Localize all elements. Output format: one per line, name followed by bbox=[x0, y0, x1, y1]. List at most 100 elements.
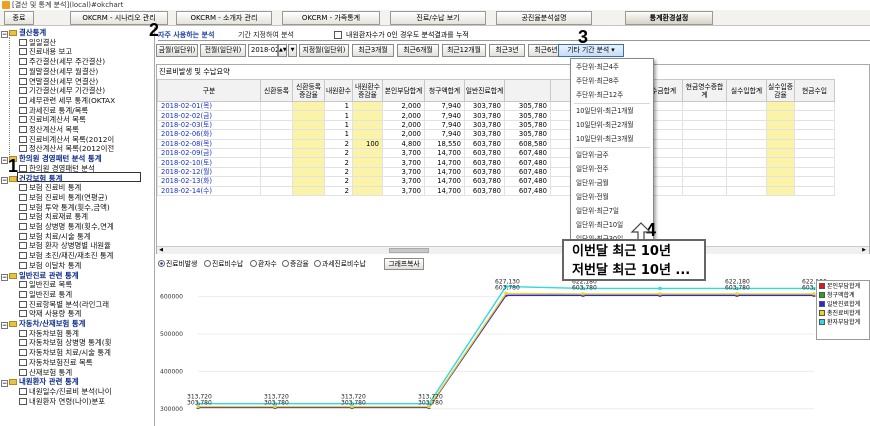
tree-item[interactable]: 산재보험 통계 bbox=[19, 368, 72, 377]
menu-family-stats-button[interactable]: OKCRM - 가족통계 bbox=[282, 11, 380, 25]
tree-item[interactable]: 일반진료 목록 bbox=[19, 280, 72, 289]
table-row[interactable]: 2018-02-10(토) 2 3,700 14,700 603,780 607,480 bbox=[157, 157, 835, 168]
table-row[interactable]: 2018-02-13(화) 2 3,700 14,700 603,780 607,480 bbox=[157, 176, 835, 187]
table-row[interactable]: 2018-02-01(목) 1 2,000 7,940 303,780 305,780 bbox=[157, 100, 835, 112]
tree-item[interactable]: 기간결산(세무 기간결산) bbox=[19, 86, 105, 95]
grid-column-header[interactable]: 본인부담합계 bbox=[382, 79, 425, 102]
tree-item[interactable]: 정산계산서 목록 bbox=[19, 125, 79, 134]
tree-item[interactable]: 내원환자 연령(나이)분포 bbox=[19, 397, 105, 406]
table-row[interactable]: 2018-02-08(목) 2 100 4,800 18,550 603,780 608,5… bbox=[157, 138, 835, 149]
recent-3-months-button[interactable]: 최근3개월 bbox=[352, 44, 394, 57]
collapse-icon[interactable]: − bbox=[1, 273, 8, 281]
dropdown-menu-item[interactable]: 일단위-금주 bbox=[576, 150, 609, 160]
grid-column-header[interactable]: 청구액합계 bbox=[424, 79, 465, 102]
dropdown-menu-item[interactable]: 주단위-최근8주 bbox=[576, 76, 619, 86]
this-month-button[interactable]: 금월(일단위) bbox=[156, 44, 198, 57]
tree-category[interactable]: − 내원환자 관련 통계 bbox=[1, 377, 79, 388]
tree-item[interactable]: 보험 환자 상병명별 내원율 bbox=[19, 241, 111, 250]
dropdown-menu-item[interactable]: 일단위-최근10일 bbox=[576, 220, 623, 230]
copy-graph-button[interactable]: 그래프복사 bbox=[384, 258, 424, 270]
tree-item[interactable]: 자동차보험진료 목록 bbox=[19, 358, 93, 367]
menu-treatment-view-button[interactable]: 진료/수납 보기 bbox=[390, 11, 486, 25]
table-row[interactable]: 2018-02-14(수) 2 3,700 14,700 603,780 607,480 bbox=[157, 185, 835, 196]
tree-item[interactable]: 보험 치료/시술 통계 bbox=[19, 232, 91, 241]
table-row[interactable]: 2018-02-12(월) 2 3,700 14,700 603,780 607,480 bbox=[157, 166, 835, 178]
recent-12-months-button[interactable]: 최근12개월 bbox=[442, 44, 486, 57]
radio-taxable-payment[interactable]: 과세진료비수납 bbox=[314, 258, 366, 270]
menu-stats-settings-button[interactable]: 통계환경설정 bbox=[625, 11, 713, 25]
grid-column-header[interactable]: 실수입합계 bbox=[726, 79, 767, 102]
tree-item[interactable]: 보험 이달차 통계 bbox=[19, 261, 81, 270]
dropdown-menu-item[interactable]: 일단위-전월 bbox=[576, 192, 609, 202]
menu-referrer-button[interactable]: OKCRM - 소개자 관리 bbox=[176, 11, 272, 25]
tree-item[interactable]: 일반진료 통계 bbox=[19, 290, 72, 299]
tree-item[interactable]: 주간결산(세무 주간결산) bbox=[19, 57, 105, 66]
last-month-button[interactable]: 전월(일단위) bbox=[200, 44, 246, 57]
tree-item[interactable]: 보험 투약 통계(횟수,금액) bbox=[19, 203, 110, 212]
tree-item[interactable]: 정산계산서 목록(2012이전 bbox=[19, 144, 114, 153]
tree-item[interactable]: 연말결산(세무 연결산) bbox=[19, 77, 98, 86]
collapse-icon[interactable]: − bbox=[1, 322, 8, 329]
dropdown-menu-item[interactable]: 주단위-최근4주 bbox=[576, 62, 619, 72]
grid-column-header[interactable]: 현금수입 bbox=[794, 79, 835, 102]
grid-column-header[interactable] bbox=[504, 79, 551, 102]
tree-item[interactable]: 진료내용 보고 bbox=[19, 47, 72, 56]
grid-column-header[interactable]: 실수입증감율 bbox=[766, 79, 795, 102]
collapse-icon[interactable]: − bbox=[1, 157, 8, 165]
scroll-thumb[interactable] bbox=[389, 248, 429, 253]
tree-item[interactable]: 보험 초진/재진/재초진 통계 bbox=[19, 251, 113, 260]
dropdown-menu-item[interactable]: 10일단위-최근1개월 bbox=[576, 106, 633, 116]
grid-column-header[interactable]: 구분 bbox=[157, 79, 261, 102]
month-spin-icon[interactable]: ▲▼ bbox=[278, 44, 287, 57]
other-period-button[interactable]: 기타 기간 분석 ▾ bbox=[558, 44, 624, 57]
accumulate-checkbox[interactable] bbox=[334, 31, 342, 39]
radio-payment[interactable]: 진료비수납 bbox=[204, 258, 243, 270]
tree-item[interactable]: 보험 진료비 통계(연평균) bbox=[19, 193, 107, 202]
menu-resonance-button[interactable]: 공진율분석설명 bbox=[496, 11, 592, 25]
grid-column-header[interactable]: 내원환수증감율 bbox=[352, 79, 383, 102]
table-row[interactable]: 2018-02-06(화) 1 2,000 7,940 303,780 305,780 bbox=[157, 129, 835, 140]
recent-6-months-button[interactable]: 최근6개월 bbox=[397, 44, 439, 57]
table-row[interactable]: 2018-02-02(금) 1 2,000 7,940 303,780 305,780 bbox=[157, 110, 835, 121]
tree-item[interactable]: 세무관련 세무 통계(OKTAX bbox=[19, 96, 115, 105]
tree-item[interactable]: 월말결산(세무 월결산) bbox=[19, 67, 98, 76]
radio-patient-count[interactable]: 환자수 bbox=[250, 258, 277, 270]
dropdown-menu-item[interactable]: 주단위-최근12주 bbox=[576, 90, 623, 100]
tree-item[interactable]: 보험 상병명 통계(횟수,연계 bbox=[19, 222, 114, 231]
tree-item[interactable]: 내원일수/진료비 분석(나이 bbox=[19, 387, 112, 396]
tree-item[interactable]: 보험 진료비 통계 bbox=[19, 183, 81, 192]
month-dropdown-icon[interactable]: ▼ bbox=[288, 44, 297, 57]
tree-item[interactable]: 진료비계산서 목록(2012이 bbox=[19, 135, 114, 144]
tree-item[interactable]: 진료비계산서 목록 bbox=[19, 115, 86, 124]
tree-item[interactable]: 일일결산 bbox=[19, 38, 56, 47]
dropdown-menu-item[interactable]: 일단위-최근7일 bbox=[576, 206, 619, 216]
grid-horizontal-scrollbar[interactable]: ◀ ▶ bbox=[157, 246, 869, 254]
grid-column-header[interactable]: 신환등록증감율 bbox=[292, 79, 325, 102]
tab-period-analysis[interactable]: 기간 지정하여 분석 bbox=[238, 30, 318, 40]
tree-item[interactable]: 자동차보험 치료/시술 통계 bbox=[19, 348, 111, 357]
tree-category[interactable]: − 결산통계 bbox=[1, 28, 46, 38]
tree-item[interactable]: 자동차보험 상병명 통계(횟 bbox=[19, 338, 111, 347]
grid-column-header[interactable]: 신환등록 bbox=[260, 79, 293, 102]
specified-month-button[interactable]: 지정월(일단위) bbox=[299, 44, 349, 57]
grid-column-header[interactable]: 일반진료합계 bbox=[464, 79, 505, 102]
radio-change-rate[interactable]: 증감율 bbox=[282, 258, 309, 270]
radio-treatment-cost[interactable]: 진료비발생 bbox=[158, 258, 197, 270]
grid-column-header[interactable]: 내원환수 bbox=[324, 79, 353, 102]
tree-item[interactable]: 진료항목별 분석(라인그래 bbox=[19, 300, 109, 309]
tab-frequent-analysis[interactable]: 자주 사용하는 분석 bbox=[158, 30, 236, 40]
tree-item[interactable]: 과세진료 통계/목록 bbox=[19, 106, 88, 115]
dropdown-menu-item[interactable]: 일단위-전주 bbox=[576, 164, 609, 174]
collapse-icon[interactable]: − bbox=[1, 31, 8, 38]
menu-exit-button[interactable]: 종료 bbox=[4, 11, 34, 25]
recent-3-years-button[interactable]: 최근3년 bbox=[489, 44, 525, 57]
scroll-right-icon[interactable]: ▶ bbox=[860, 247, 868, 254]
month-input[interactable]: 2018-02 bbox=[248, 44, 278, 57]
dropdown-menu-item[interactable]: 10일단위-최근2개월 bbox=[576, 120, 633, 130]
tree-item[interactable]: 약재 사용량 통계 bbox=[19, 309, 81, 318]
tree-item[interactable]: 자동차보험 통계 bbox=[19, 329, 79, 338]
dropdown-menu-item[interactable]: 10일단위-최근3개월 bbox=[576, 134, 633, 144]
grid-column-header[interactable]: 현금영수증합계 bbox=[682, 79, 727, 102]
table-row[interactable]: 2018-02-03(토) 1 2,000 7,940 303,780 305,780 bbox=[157, 119, 835, 131]
collapse-icon[interactable]: − bbox=[1, 380, 8, 388]
